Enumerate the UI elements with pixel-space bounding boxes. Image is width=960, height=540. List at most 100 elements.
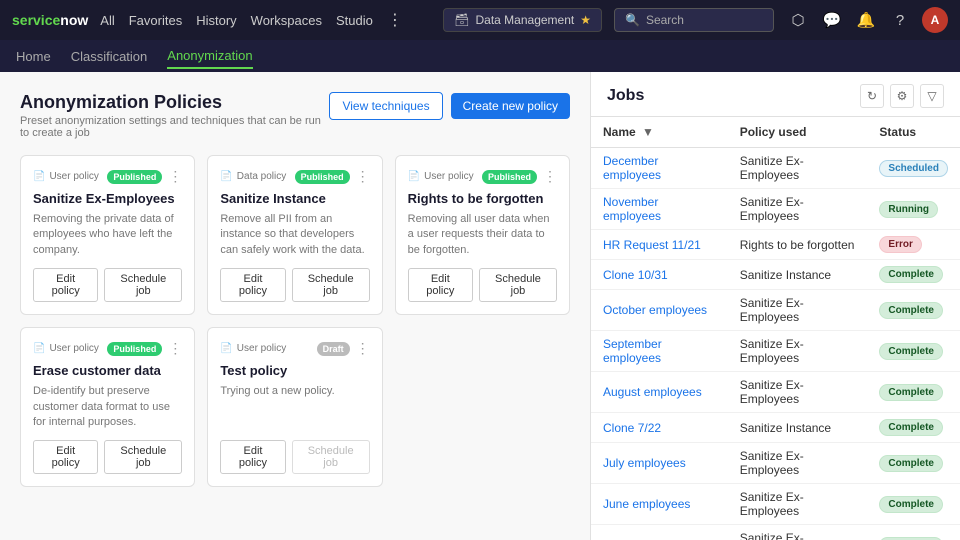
nav-favorites[interactable]: Favorites xyxy=(129,13,182,28)
filter-button[interactable]: ▽ xyxy=(920,84,944,108)
schedule-job-button[interactable]: Schedule job xyxy=(104,268,182,302)
nav-studio[interactable]: Studio xyxy=(336,13,373,28)
connect-icon[interactable]: ⬡ xyxy=(786,8,810,32)
card-type: 📄 User policy xyxy=(33,171,99,182)
settings-button[interactable]: ⚙ xyxy=(890,84,914,108)
search-box[interactable]: 🔍 Search xyxy=(614,8,774,32)
job-name-link[interactable]: Clone 7/22 xyxy=(603,421,661,435)
status-badge: Draft xyxy=(317,342,350,356)
left-panel: Anonymization Policies Preset anonymizat… xyxy=(0,72,590,540)
card-description: Remove all PII from an instance so that … xyxy=(220,212,369,258)
job-name-link[interactable]: October employees xyxy=(603,303,707,317)
center-label: Data Management xyxy=(476,13,575,27)
edit-policy-button[interactable]: Edit policy xyxy=(408,268,473,302)
job-name-link[interactable]: June employees xyxy=(603,497,690,511)
edit-policy-button[interactable]: Edit policy xyxy=(220,440,285,474)
card-more-dots[interactable]: ⋮ xyxy=(168,168,182,185)
job-policy: Sanitize Ex-Employees xyxy=(728,148,868,189)
job-name: Clone 7/22 xyxy=(591,413,728,443)
table-row: September employees Sanitize Ex-Employee… xyxy=(591,331,960,372)
search-icon: 🔍 xyxy=(625,13,640,27)
job-name-link[interactable]: July employees xyxy=(603,456,686,470)
card-more-dots[interactable]: ⋮ xyxy=(543,168,557,185)
create-policy-button[interactable]: Create new policy xyxy=(451,93,570,119)
status-badge: Complete xyxy=(879,496,943,513)
doc-icon: 📄 xyxy=(220,171,232,182)
page-title: Anonymization Policies xyxy=(20,92,329,113)
job-name-link[interactable]: November employees xyxy=(603,195,661,223)
status-badge: Running xyxy=(879,201,938,218)
job-policy: Sanitize Ex-Employees xyxy=(728,443,868,484)
job-policy: Sanitize Ex-Employees xyxy=(728,290,868,331)
schedule-job-button[interactable]: Schedule job xyxy=(104,440,182,474)
card-buttons: Edit policy Schedule job xyxy=(220,268,369,302)
card-top: 📄 Data policy Published ⋮ xyxy=(220,168,369,185)
data-management-selector[interactable]: 🗃 Data Management ★ xyxy=(443,8,602,32)
card-type: 📄 User policy xyxy=(408,171,474,182)
job-name: April employees xyxy=(591,525,728,540)
help-icon[interactable]: ? xyxy=(888,8,912,32)
nav-icon-group: ⬡ 💬 🔔 ? A xyxy=(786,7,948,33)
bell-icon[interactable]: 🔔 xyxy=(854,8,878,32)
view-techniques-button[interactable]: View techniques xyxy=(329,92,442,120)
sort-arrow-name: ▼ xyxy=(642,125,654,139)
schedule-job-button[interactable]: Schedule job xyxy=(292,268,370,302)
card-description: Removing all user data when a user reque… xyxy=(408,212,557,258)
nav-workspaces[interactable]: Workspaces xyxy=(251,13,322,28)
status-badge: Complete xyxy=(879,343,943,360)
nav-more-dots[interactable]: ⋮ xyxy=(387,10,403,30)
nav-history[interactable]: History xyxy=(196,13,236,28)
card-title: Rights to be forgotten xyxy=(408,191,557,206)
card-buttons: Edit policy Schedule job xyxy=(33,268,182,302)
table-row: July employees Sanitize Ex-Employees Com… xyxy=(591,443,960,484)
right-panel: Jobs ↻ ⚙ ▽ Name ▼ Policy used Status Dec… xyxy=(590,72,960,540)
table-row: August employees Sanitize Ex-Employees C… xyxy=(591,372,960,413)
job-policy: Sanitize Ex-Employees xyxy=(728,331,868,372)
card-type: 📄 Data policy xyxy=(220,171,286,182)
sec-nav-home[interactable]: Home xyxy=(16,45,51,68)
database-icon: 🗃 xyxy=(454,13,469,27)
job-policy: Sanitize Ex-Employees xyxy=(728,525,868,540)
nav-all[interactable]: All xyxy=(100,13,114,28)
sec-nav-anonymization[interactable]: Anonymization xyxy=(167,44,252,69)
edit-policy-button[interactable]: Edit policy xyxy=(33,440,98,474)
job-name-link[interactable]: December employees xyxy=(603,154,661,182)
col-name[interactable]: Name ▼ xyxy=(591,117,728,148)
refresh-button[interactable]: ↻ xyxy=(860,84,884,108)
job-name-link[interactable]: Clone 10/31 xyxy=(603,268,668,282)
card-more-dots[interactable]: ⋮ xyxy=(356,340,370,357)
edit-policy-button[interactable]: Edit policy xyxy=(220,268,285,302)
status-badge: Published xyxy=(482,170,537,184)
schedule-job-button[interactable]: Schedule job xyxy=(479,268,557,302)
job-status: Complete xyxy=(867,331,960,372)
card-more-dots[interactable]: ⋮ xyxy=(168,340,182,357)
card-badge-row: Published ⋮ xyxy=(295,168,370,185)
card-badge-row: Published ⋮ xyxy=(482,168,557,185)
job-status: Scheduled xyxy=(867,148,960,189)
jobs-header: Jobs ↻ ⚙ ▽ xyxy=(591,72,960,117)
edit-policy-button[interactable]: Edit policy xyxy=(33,268,98,302)
sec-nav-classification[interactable]: Classification xyxy=(71,45,148,68)
col-status[interactable]: Status xyxy=(867,117,960,148)
card-badge-row: Draft ⋮ xyxy=(317,340,370,357)
job-status: Complete xyxy=(867,443,960,484)
card-description: Trying out a new policy. xyxy=(220,384,369,430)
table-row: Clone 7/22 Sanitize Instance Complete xyxy=(591,413,960,443)
job-policy: Rights to be forgotten xyxy=(728,230,868,260)
avatar[interactable]: A xyxy=(922,7,948,33)
table-head: Name ▼ Policy used Status xyxy=(591,117,960,148)
panel-header: Anonymization Policies Preset anonymizat… xyxy=(20,92,570,139)
card-more-dots[interactable]: ⋮ xyxy=(356,168,370,185)
policy-card: 📄 User policy Published ⋮ Sanitize Ex-Em… xyxy=(20,155,195,315)
table-row: April employees Sanitize Ex-Employees Co… xyxy=(591,525,960,540)
card-title: Sanitize Instance xyxy=(220,191,369,206)
job-name-link[interactable]: September employees xyxy=(603,337,662,365)
table-row: October employees Sanitize Ex-Employees … xyxy=(591,290,960,331)
col-policy[interactable]: Policy used xyxy=(728,117,868,148)
chat-icon[interactable]: 💬 xyxy=(820,8,844,32)
job-name-link[interactable]: HR Request 11/21 xyxy=(603,238,701,252)
status-badge: Published xyxy=(107,342,162,356)
job-status: Complete xyxy=(867,290,960,331)
jobs-data-table: Name ▼ Policy used Status December emplo… xyxy=(591,117,960,540)
job-name-link[interactable]: August employees xyxy=(603,385,702,399)
